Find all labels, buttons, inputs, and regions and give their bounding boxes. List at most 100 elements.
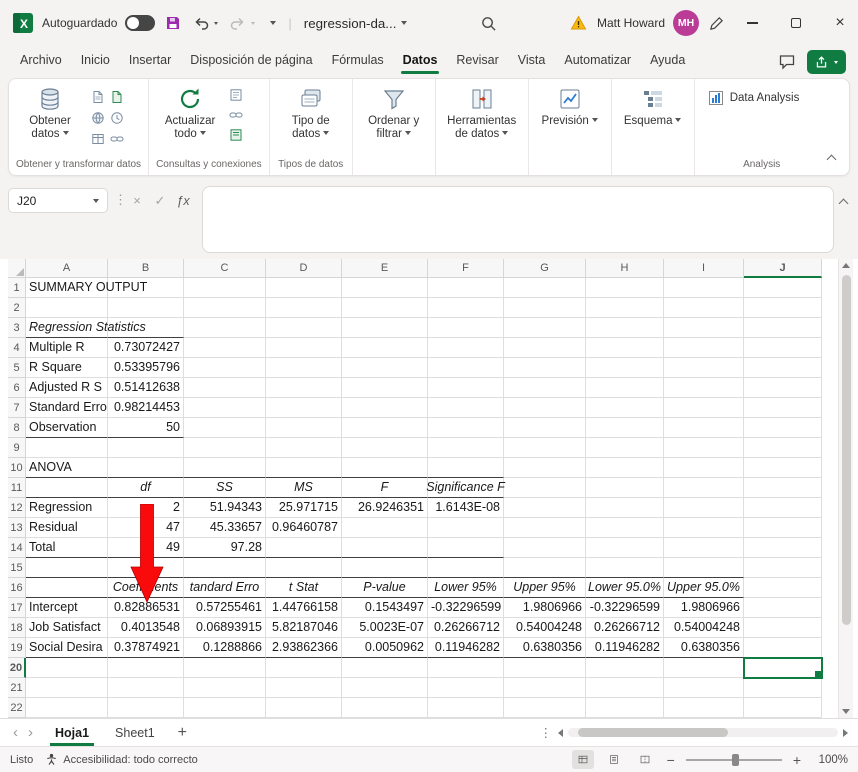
cell-B19[interactable]: 0.37874921 [108,638,184,658]
cell-H11[interactable] [586,478,664,498]
cell-I11[interactable] [664,478,744,498]
cell-H12[interactable] [586,498,664,518]
cell-G14[interactable] [504,538,586,558]
cell-B15[interactable] [108,558,184,578]
row-header-3[interactable]: 3 [8,318,26,338]
cell-F19[interactable]: 0.11946282 [428,638,504,658]
cell-H7[interactable] [586,398,664,418]
cell-I7[interactable] [664,398,744,418]
cell-I14[interactable] [664,538,744,558]
cell-F2[interactable] [428,298,504,318]
cell-C2[interactable] [184,298,266,318]
cell-H2[interactable] [586,298,664,318]
row-header-5[interactable]: 5 [8,358,26,378]
cell-C14[interactable]: 97.28 [184,538,266,558]
confirm-entry-button[interactable]: ✓ [149,188,171,213]
cell-D6[interactable] [266,378,342,398]
row-header-8[interactable]: 8 [8,418,26,438]
cell-I1[interactable] [664,278,744,298]
sheet-tab-hoja1[interactable]: Hoja1 [42,720,102,746]
cell-A14[interactable]: Total [26,538,108,558]
cell-J4[interactable] [744,338,822,358]
cell-F8[interactable] [428,418,504,438]
menu-tab-formulas[interactable]: Fórmulas [324,48,392,76]
recent-sources-icon[interactable] [109,110,125,126]
cell-G11[interactable] [504,478,586,498]
close-button[interactable]: × [822,0,858,46]
cell-B4[interactable]: 0.73072427 [108,338,184,358]
cell-B6[interactable]: 0.51412638 [108,378,184,398]
cell-C12[interactable]: 51.94343 [184,498,266,518]
row-header-21[interactable]: 21 [8,678,26,698]
cell-A5[interactable]: R Square [26,358,108,378]
cell-I9[interactable] [664,438,744,458]
from-table-icon[interactable] [90,131,106,147]
cell-E3[interactable] [342,318,428,338]
existing-connections-icon[interactable] [109,131,125,147]
outline-button[interactable]: Esquema [619,83,687,128]
properties-icon[interactable] [228,87,244,103]
zoom-slider-knob[interactable] [732,754,739,766]
cell-E2[interactable] [342,298,428,318]
cell-A11[interactable] [26,478,108,498]
cell-J7[interactable] [744,398,822,418]
cell-D3[interactable] [266,318,342,338]
horizontal-scroll-track[interactable] [568,728,838,737]
cell-C15[interactable] [184,558,266,578]
cell-C5[interactable] [184,358,266,378]
column-header-A[interactable]: A [26,259,108,278]
cell-H15[interactable] [586,558,664,578]
cell-A3[interactable]: Regression Statistics [26,318,108,338]
cell-J9[interactable] [744,438,822,458]
page-break-view-button[interactable] [634,750,656,769]
cell-I20[interactable] [664,658,744,678]
cell-D1[interactable] [266,278,342,298]
cell-H1[interactable] [586,278,664,298]
cell-C16[interactable]: tandard Erro [184,578,266,598]
next-sheet-button[interactable]: › [23,725,38,740]
cell-A13[interactable]: Residual [26,518,108,538]
cell-F12[interactable]: 1.6143E-08 [428,498,504,518]
column-header-F[interactable]: F [428,259,504,278]
cell-G22[interactable] [504,698,586,718]
cell-I6[interactable] [664,378,744,398]
menu-tab-disposicion-de-pagina[interactable]: Disposición de página [182,48,320,76]
cell-J5[interactable] [744,358,822,378]
cell-C6[interactable] [184,378,266,398]
cell-A15[interactable] [26,558,108,578]
insert-function-button[interactable]: ƒx [172,188,194,213]
cell-C10[interactable] [184,458,266,478]
quick-access-menu-button[interactable] [265,19,278,27]
minimize-button[interactable] [734,0,770,46]
cell-H18[interactable]: 0.26266712 [586,618,664,638]
cell-G18[interactable]: 0.54004248 [504,618,586,638]
cell-G1[interactable] [504,278,586,298]
row-header-6[interactable]: 6 [8,378,26,398]
sort-filter-button[interactable]: Ordenar y filtrar [360,83,428,141]
cell-F10[interactable] [428,458,504,478]
cell-F9[interactable] [428,438,504,458]
cell-C19[interactable]: 0.1288866 [184,638,266,658]
row-header-4[interactable]: 4 [8,338,26,358]
cell-E15[interactable] [342,558,428,578]
cell-D13[interactable]: 0.96460787 [266,518,342,538]
row-header-11[interactable]: 11 [8,478,26,498]
edit-query-icon[interactable] [228,127,244,143]
cell-H5[interactable] [586,358,664,378]
cell-J22[interactable] [744,698,822,718]
cell-D12[interactable]: 25.971715 [266,498,342,518]
cell-B17[interactable]: 0.82886531 [108,598,184,618]
cell-H14[interactable] [586,538,664,558]
cell-D18[interactable]: 5.82187046 [266,618,342,638]
cell-E5[interactable] [342,358,428,378]
cell-D8[interactable] [266,418,342,438]
cell-G19[interactable]: 0.6380356 [504,638,586,658]
cell-H8[interactable] [586,418,664,438]
cell-H3[interactable] [586,318,664,338]
cell-E12[interactable]: 26.9246351 [342,498,428,518]
cell-D4[interactable] [266,338,342,358]
cell-D22[interactable] [266,698,342,718]
cell-E1[interactable] [342,278,428,298]
cell-B18[interactable]: 0.4013548 [108,618,184,638]
cell-J20[interactable] [744,658,822,678]
